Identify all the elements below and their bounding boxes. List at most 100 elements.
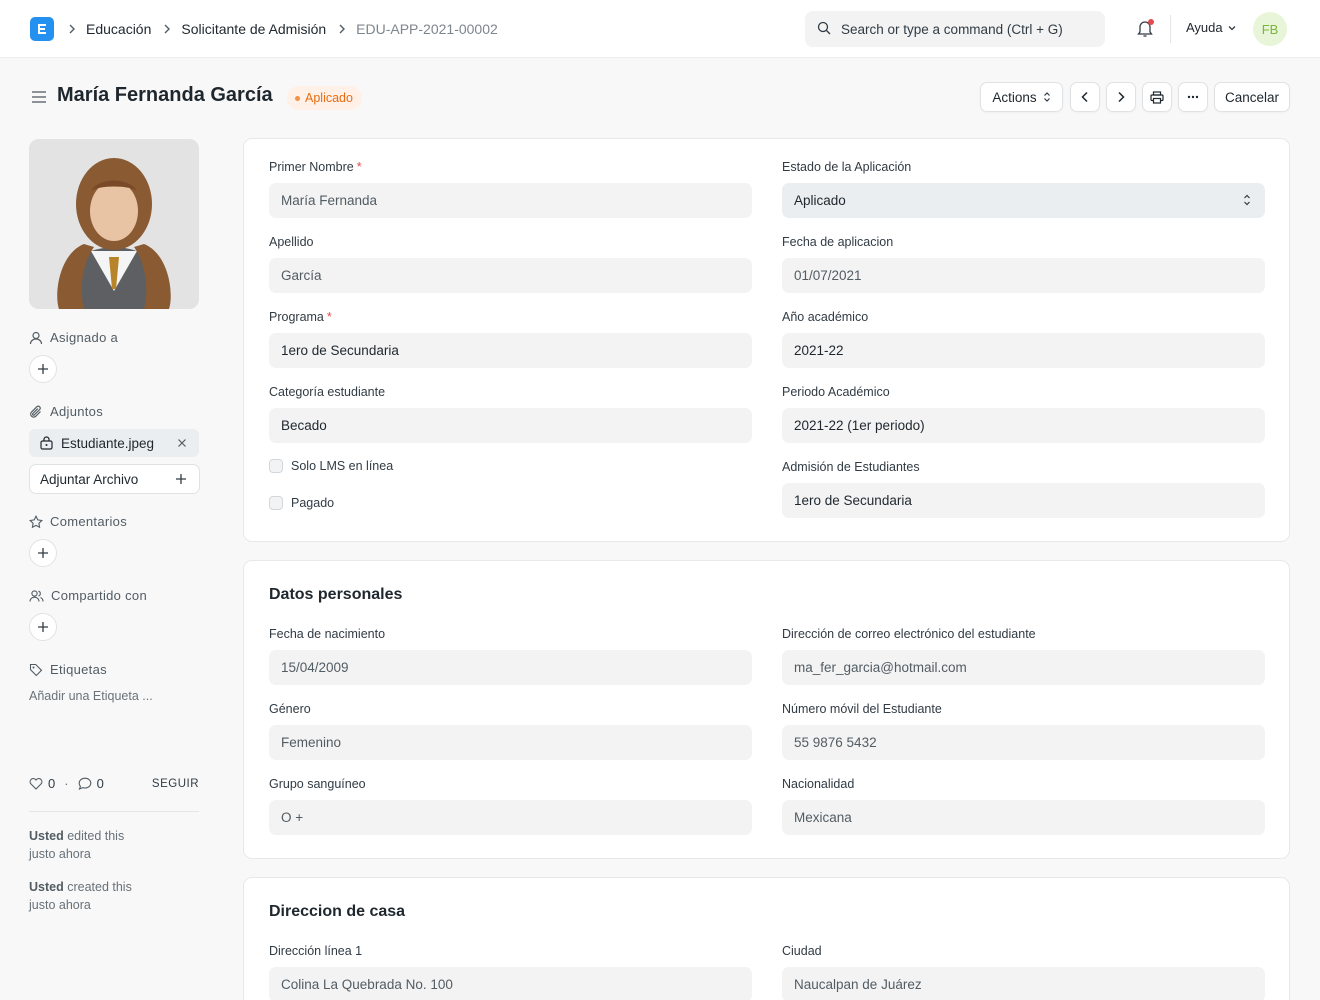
comment-count: 0 bbox=[96, 776, 104, 791]
dob-field: Fecha de nacimiento 15/04/2009 bbox=[269, 627, 752, 685]
section-title[interactable]: Datos personales bbox=[269, 586, 402, 604]
academic-year-field: Año académico 2021-22 bbox=[782, 310, 1265, 368]
print-button[interactable] bbox=[1142, 82, 1172, 112]
activity-item: Usted edited this justo ahora bbox=[29, 827, 199, 863]
student-category-input[interactable]: Becado bbox=[269, 408, 752, 443]
student-admission-input[interactable]: 1ero de Secundaria bbox=[782, 483, 1265, 518]
activity-action: edited this bbox=[67, 829, 125, 843]
program-input[interactable]: 1ero de Secundaria bbox=[269, 333, 752, 368]
remove-attachment-icon[interactable] bbox=[177, 438, 187, 448]
address-line1-input[interactable]: Colina La Quebrada No. 100 bbox=[269, 967, 752, 1000]
nationality-input[interactable]: Mexicana bbox=[782, 800, 1265, 835]
checkbox-box[interactable] bbox=[269, 496, 283, 510]
student-admission-field: Admisión de Estudiantes 1ero de Secundar… bbox=[782, 460, 1265, 518]
notification-dot bbox=[1148, 19, 1154, 25]
academic-year-input[interactable]: 2021-22 bbox=[782, 333, 1265, 368]
field-label: Nacionalidad bbox=[782, 777, 855, 791]
cancel-button[interactable]: Cancelar bbox=[1214, 82, 1290, 112]
chevron-right-icon bbox=[1117, 91, 1125, 103]
mobile-field: Número móvil del Estudiante 55 9876 5432 bbox=[782, 702, 1265, 760]
plus-icon bbox=[175, 473, 187, 485]
last-name-input[interactable]: García bbox=[269, 258, 752, 293]
sort-icon bbox=[1243, 193, 1251, 210]
actions-label: Actions bbox=[992, 89, 1037, 105]
checkbox-box[interactable] bbox=[269, 459, 283, 473]
program-field: Programa * 1ero de Secundaria bbox=[269, 310, 752, 368]
section-title[interactable]: Direccion de casa bbox=[269, 903, 405, 921]
blood-group-input[interactable]: O + bbox=[269, 800, 752, 835]
attach-file-label: Adjuntar Archivo bbox=[40, 471, 139, 487]
application-status-field: Estado de la Aplicación Aplicado bbox=[782, 160, 1265, 218]
city-input[interactable]: Naucalpan de Juárez bbox=[782, 967, 1265, 1000]
assigned-to-label: Asignado a bbox=[29, 330, 118, 345]
add-share-button[interactable] bbox=[29, 613, 57, 641]
dob-input[interactable]: 15/04/2009 bbox=[269, 650, 752, 685]
field-label: Estado de la Aplicación bbox=[782, 160, 912, 174]
search-icon bbox=[817, 21, 831, 38]
student-photo[interactable] bbox=[29, 139, 199, 309]
gender-input[interactable]: Femenino bbox=[269, 725, 752, 760]
status-badge: Aplicado bbox=[287, 86, 362, 110]
help-dropdown[interactable]: Ayuda bbox=[1186, 20, 1237, 35]
first-name-input[interactable]: María Fernanda bbox=[269, 183, 752, 218]
breadcrumb-educacion[interactable]: Educación bbox=[86, 21, 151, 37]
assigned-to-text: Asignado a bbox=[50, 330, 119, 345]
application-date-input[interactable]: 01/07/2021 bbox=[782, 258, 1265, 293]
application-status-select[interactable]: Aplicado bbox=[782, 183, 1265, 218]
navbar: Educación Solicitante de Admisión EDU-AP… bbox=[0, 0, 1320, 58]
field-label: Dirección de correo electrónico del estu… bbox=[782, 627, 1036, 641]
checkbox-label: Solo LMS en línea bbox=[291, 459, 394, 473]
attachment-item[interactable]: Estudiante.jpeg bbox=[29, 429, 199, 457]
field-label: Dirección línea 1 bbox=[269, 944, 363, 958]
field-label: Categoría estudiante bbox=[269, 385, 386, 399]
star-icon bbox=[29, 514, 43, 529]
divider bbox=[1170, 15, 1171, 43]
add-comment-button[interactable] bbox=[29, 539, 57, 567]
activity-item: Usted created this justo ahora bbox=[29, 878, 199, 914]
field-label: Ciudad bbox=[782, 944, 822, 958]
users-icon bbox=[29, 589, 44, 603]
follow-button[interactable]: SEGUIR bbox=[152, 778, 199, 790]
user-avatar[interactable]: FB bbox=[1253, 12, 1287, 46]
activity-time: justo ahora bbox=[29, 847, 91, 861]
email-input[interactable]: ma_fer_garcia@hotmail.com bbox=[782, 650, 1265, 685]
gender-field: Género Femenino bbox=[269, 702, 752, 760]
first-name-field: Primer Nombre * María Fernanda bbox=[269, 160, 752, 218]
chevron-left-icon bbox=[1081, 91, 1089, 103]
academic-term-input[interactable]: 2021-22 (1er periodo) bbox=[782, 408, 1265, 443]
email-field: Dirección de correo electrónico del estu… bbox=[782, 627, 1265, 685]
field-label: Periodo Académico bbox=[782, 385, 890, 399]
attachments-text: Adjuntos bbox=[50, 404, 103, 419]
file-lock-icon bbox=[40, 436, 53, 450]
academic-term-field: Periodo Académico 2021-22 (1er periodo) bbox=[782, 385, 1265, 443]
heart-icon[interactable] bbox=[29, 777, 43, 790]
form-sidebar: Asignado a Adjuntos Estudiante.jpeg Adju… bbox=[29, 139, 200, 912]
divider bbox=[29, 811, 199, 812]
sort-icon bbox=[1043, 91, 1051, 103]
next-button[interactable] bbox=[1106, 82, 1136, 112]
dot-separator: · bbox=[64, 776, 69, 791]
actions-button[interactable]: Actions bbox=[980, 82, 1063, 112]
add-tag-link[interactable]: Añadir una Etiqueta ... bbox=[29, 689, 153, 703]
breadcrumb-solicitante[interactable]: Solicitante de Admisión bbox=[181, 21, 326, 37]
help-label: Ayuda bbox=[1186, 20, 1223, 35]
paid-checkbox[interactable]: Pagado bbox=[269, 496, 334, 510]
notification-bell-icon[interactable] bbox=[1136, 19, 1154, 41]
mobile-input[interactable]: 55 9876 5432 bbox=[782, 725, 1265, 760]
status-label: Aplicado bbox=[305, 91, 353, 105]
page-title: María Fernanda García bbox=[57, 84, 273, 106]
address-card: Direccion de casa Dirección línea 1 Coli… bbox=[243, 877, 1290, 1000]
add-assignee-button[interactable] bbox=[29, 355, 57, 383]
activity-user: Usted bbox=[29, 829, 64, 843]
search-input[interactable] bbox=[841, 21, 1091, 37]
search-bar[interactable] bbox=[805, 11, 1105, 47]
more-button[interactable] bbox=[1178, 82, 1208, 112]
attach-file-button[interactable]: Adjuntar Archivo bbox=[29, 464, 200, 494]
activity-action: created this bbox=[67, 880, 132, 894]
lms-only-checkbox[interactable]: Solo LMS en línea bbox=[269, 459, 393, 473]
app-logo-icon[interactable] bbox=[30, 17, 54, 41]
attachment-filename[interactable]: Estudiante.jpeg bbox=[61, 436, 154, 451]
previous-button[interactable] bbox=[1070, 82, 1100, 112]
breadcrumb-current: EDU-APP-2021-00002 bbox=[356, 21, 498, 37]
sidebar-toggle-icon[interactable] bbox=[31, 90, 47, 107]
